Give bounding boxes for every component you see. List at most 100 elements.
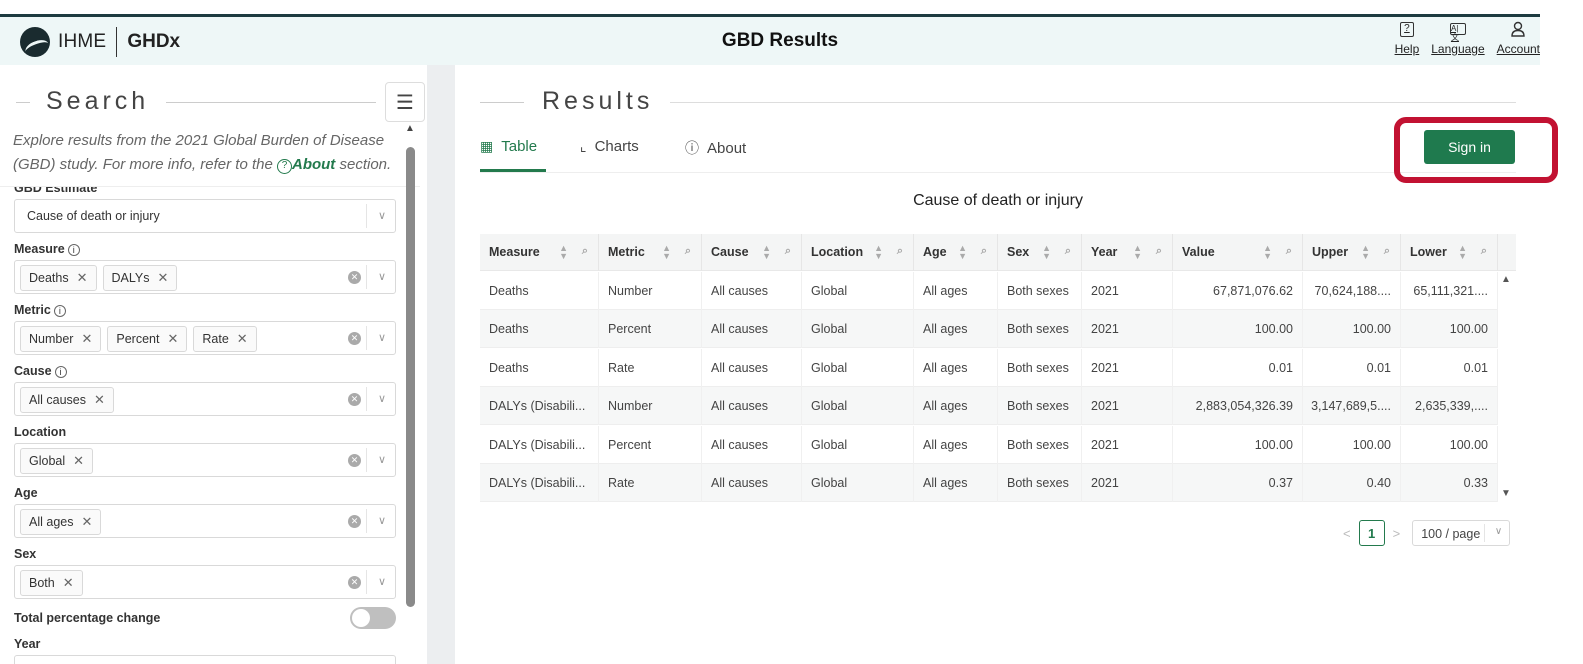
table-row[interactable]: Deaths Number All causes Global All ages Both… <box>480 272 1498 310</box>
scroll-thumb[interactable] <box>406 147 415 607</box>
tab-about[interactable]: ⓘ About <box>685 138 746 158</box>
table-cell: Global <box>802 387 914 426</box>
sort-icon[interactable]: ▲ ▼ <box>559 244 568 261</box>
tag-label: All causes <box>29 393 86 407</box>
table-row[interactable]: DALYs (Disabili... Rate All causes Global Al… <box>480 464 1498 502</box>
table-cell: DALYs (Disabili... <box>480 464 599 502</box>
pagination: < 1 > 100 / page ∨ <box>1343 520 1511 546</box>
scroll-down-icon[interactable]: ▼ <box>1501 488 1511 499</box>
sort-icon[interactable]: ▲ ▼ <box>1133 244 1142 261</box>
close-icon[interactable]: ✕ <box>77 270 88 286</box>
help-link[interactable]: ? Help <box>1394 21 1420 56</box>
sort-icon[interactable]: ▲ ▼ <box>1458 244 1467 261</box>
close-icon[interactable]: ✕ <box>158 270 169 286</box>
close-icon[interactable]: ✕ <box>81 331 92 347</box>
sort-icon[interactable]: ▲ ▼ <box>762 244 771 261</box>
close-icon[interactable]: ✕ <box>73 453 84 469</box>
column-header-label: Metric <box>608 245 645 259</box>
search-icon[interactable]: ⌕ <box>1065 245 1071 258</box>
tab-charts[interactable]: ⌞ Charts <box>580 138 639 155</box>
column-header[interactable]: Sex ▲ ▼ ⌕ <box>998 234 1082 271</box>
sort-icon[interactable]: ▲ ▼ <box>1361 244 1370 261</box>
column-header[interactable]: Year ▲ ▼ ⌕ <box>1082 234 1173 271</box>
tag-deaths: Deaths ✕ <box>20 265 97 291</box>
metric-select[interactable]: Number ✕ Percent ✕ Rate ✕ ✕ ∨ <box>14 321 396 355</box>
account-link[interactable]: Account <box>1497 21 1540 56</box>
sex-select[interactable]: Both ✕ ✕ ∨ <box>14 565 396 599</box>
menu-button[interactable]: ☰ <box>385 82 425 122</box>
column-header[interactable]: Age ▲ ▼ ⌕ <box>914 234 998 271</box>
panel-divider[interactable] <box>427 65 455 664</box>
language-link[interactable]: A|文 Language <box>1431 21 1485 56</box>
table-row[interactable]: DALYs (Disabili... Number All causes Global… <box>480 387 1498 426</box>
filters-scrollbar[interactable]: ▲ <box>402 123 418 607</box>
column-header[interactable]: Metric ▲ ▼ ⌕ <box>599 234 702 271</box>
close-icon[interactable]: ✕ <box>81 514 92 530</box>
clear-icon[interactable]: ✕ <box>348 454 361 467</box>
prev-page-icon[interactable]: < <box>1343 526 1351 541</box>
search-icon[interactable]: ⌕ <box>1156 245 1162 258</box>
table-cell: All causes <box>702 348 802 387</box>
search-icon[interactable]: ⌕ <box>785 245 791 258</box>
page-size-select[interactable]: 100 / page ∨ <box>1412 520 1511 546</box>
table-row[interactable]: DALYs (Disabili... Percent All causes Globa… <box>480 425 1498 464</box>
clear-icon[interactable]: ✕ <box>348 393 361 406</box>
search-icon[interactable]: ⌕ <box>685 245 691 258</box>
table-cell: Global <box>802 310 914 349</box>
measure-label: Measure i <box>14 242 80 256</box>
location-label: Location <box>14 425 67 439</box>
sex-tags: Both ✕ <box>20 570 83 596</box>
year-select[interactable] <box>14 655 396 664</box>
column-header[interactable]: Measure ▲ ▼ ⌕ <box>480 234 599 271</box>
column-header[interactable]: Value ▲ ▼ ⌕ <box>1173 234 1303 271</box>
sign-in-button[interactable]: Sign in <box>1424 130 1515 164</box>
table-row[interactable]: Deaths Rate All causes Global All ages Both s… <box>480 348 1498 387</box>
search-icon[interactable]: ⌕ <box>897 245 903 258</box>
clear-icon[interactable]: ✕ <box>348 515 361 528</box>
table-icon: ▦ <box>480 138 494 154</box>
measure-select[interactable]: Deaths ✕ DALYs ✕ ✕ ∨ <box>14 260 396 294</box>
info-icon[interactable]: i <box>67 244 80 256</box>
scroll-up-icon[interactable]: ▲ <box>1501 274 1511 285</box>
next-page-icon[interactable]: > <box>1393 526 1401 541</box>
sort-icon[interactable]: ▲ ▼ <box>1263 244 1272 261</box>
scroll-up-icon[interactable]: ▲ <box>405 123 415 134</box>
info-icon[interactable]: i <box>53 305 66 317</box>
table-row[interactable]: Deaths Percent All causes Global All ages Bot… <box>480 310 1498 349</box>
age-select[interactable]: All ages ✕ ✕ ∨ <box>14 504 396 538</box>
table-cell: Percent <box>599 310 702 349</box>
total-pct-change-toggle[interactable] <box>350 607 396 629</box>
clear-icon[interactable]: ✕ <box>348 332 361 345</box>
close-icon[interactable]: ✕ <box>167 331 178 347</box>
sort-icon[interactable]: ▲ ▼ <box>958 244 967 261</box>
search-icon[interactable]: ⌕ <box>1481 245 1487 258</box>
info-icon[interactable]: i <box>54 366 67 378</box>
clear-icon[interactable]: ✕ <box>348 576 361 589</box>
about-link[interactable]: About <box>292 156 335 173</box>
search-icon[interactable]: ⌕ <box>1384 245 1390 258</box>
sort-icon[interactable]: ▲ ▼ <box>1042 244 1051 261</box>
close-icon[interactable]: ✕ <box>237 331 248 347</box>
column-header[interactable]: Location ▲ ▼ ⌕ <box>802 234 914 271</box>
page-title: GBD Results <box>721 30 839 51</box>
location-select[interactable]: Global ✕ ✕ ∨ <box>14 443 396 477</box>
help-label: Help <box>1394 42 1420 56</box>
search-icon[interactable]: ⌕ <box>981 245 987 258</box>
search-icon[interactable]: ⌕ <box>1286 245 1292 258</box>
tab-table[interactable]: ▦ Table <box>480 138 537 155</box>
page-number[interactable]: 1 <box>1358 520 1385 546</box>
column-header[interactable]: Lower ▲ ▼ ⌕ <box>1401 234 1498 271</box>
gbd-estimate-select[interactable]: Cause of death or injury ∨ <box>14 199 396 233</box>
divider <box>670 102 1516 103</box>
close-icon[interactable]: ✕ <box>94 392 105 408</box>
tag-label: Rate <box>202 332 229 346</box>
search-icon[interactable]: ⌕ <box>582 245 588 258</box>
sort-icon[interactable]: ▲ ▼ <box>874 244 883 261</box>
table-cell: Global <box>802 464 914 502</box>
clear-icon[interactable]: ✕ <box>348 271 361 284</box>
column-header[interactable]: Upper ▲ ▼ ⌕ <box>1303 234 1401 271</box>
close-icon[interactable]: ✕ <box>63 575 74 591</box>
sort-icon[interactable]: ▲ ▼ <box>662 244 671 261</box>
cause-select[interactable]: All causes ✕ ✕ ∨ <box>14 382 396 416</box>
column-header[interactable]: Cause ▲ ▼ ⌕ <box>702 234 802 271</box>
